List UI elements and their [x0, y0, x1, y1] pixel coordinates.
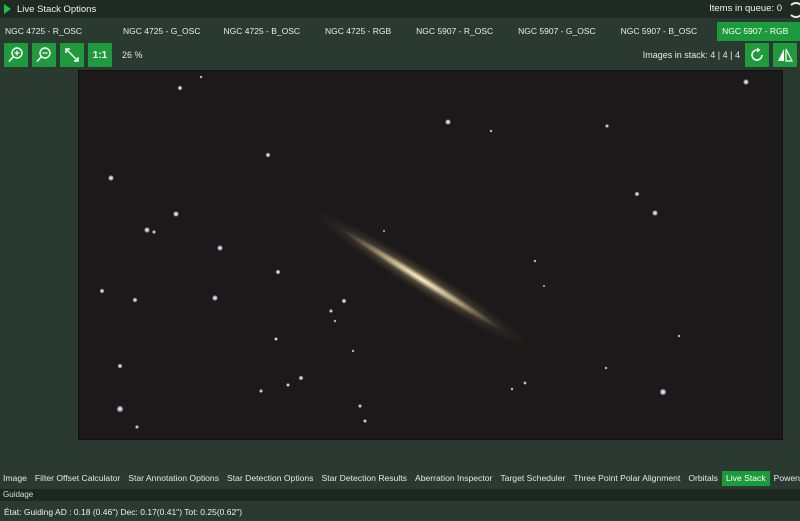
queue-status: Items in queue: 0 [709, 3, 782, 14]
guiding-section-header: Guidage [0, 489, 800, 501]
tab-ngc4725-b[interactable]: NGC 4725 - B_OSC [218, 22, 304, 41]
image-toolbar: 1:1 26 % Images in stack: 4 | 4 | 4 [0, 43, 800, 67]
flip-button[interactable] [773, 43, 797, 67]
zoom-out-button[interactable] [32, 43, 56, 67]
live-stack-options-label[interactable]: Live Stack Options [17, 4, 96, 15]
tab-filter-offset-calculator[interactable]: Filter Offset Calculator [31, 471, 124, 486]
guiding-status: État: Guiding AD : 0.18 (0.46") Dec: 0.1… [4, 507, 243, 517]
fit-to-window-button[interactable] [60, 43, 84, 67]
tab-star-annotation-options[interactable]: Star Annotation Options [124, 471, 223, 486]
tab-ngc4725-g[interactable]: NGC 4725 - G_OSC [118, 22, 204, 41]
bottom-panel-tabs: Image Filter Offset Calculator Star Anno… [0, 471, 800, 486]
zoom-in-icon [8, 47, 23, 63]
one-to-one-button[interactable]: 1:1 [88, 43, 112, 67]
tab-star-detection-results[interactable]: Star Detection Results [317, 471, 411, 486]
fit-to-window-icon [65, 48, 79, 62]
title-bar: Live Stack Options Items in queue: 0 [0, 0, 800, 18]
flip-icon [778, 48, 793, 62]
zoom-in-button[interactable] [4, 43, 28, 67]
tab-live-stack[interactable]: Live Stack [721, 471, 770, 486]
zoom-out-icon [36, 47, 51, 63]
tab-star-detection-options[interactable]: Star Detection Options [223, 471, 317, 486]
galaxy-image [79, 71, 782, 439]
tab-ngc4725-r[interactable]: NGC 4725 - R_OSC [0, 22, 86, 41]
play-icon[interactable] [4, 4, 11, 14]
tab-ngc5907-g[interactable]: NGC 5907 - G_OSC [513, 22, 599, 41]
tab-ngc4725-rgb[interactable]: NGC 4725 - RGB [320, 22, 395, 41]
tab-powerups[interactable]: Powerups P [770, 471, 800, 486]
refresh-icon[interactable] [788, 2, 800, 18]
tab-orbitals[interactable]: Orbitals [684, 471, 722, 486]
zoom-level: 26 % [122, 50, 143, 60]
images-in-stack: Images in stack: 4 | 4 | 4 [642, 50, 740, 60]
tab-ngc5907-r[interactable]: NGC 5907 - R_OSC [411, 22, 497, 41]
refresh-stack-button[interactable] [745, 43, 769, 67]
stack-tabs: NGC 4725 - R_OSC NGC 4725 - G_OSC NGC 47… [0, 22, 800, 41]
tab-aberration-inspector[interactable]: Aberration Inspector [411, 471, 496, 486]
stacked-image-viewer[interactable] [78, 70, 783, 440]
rotate-icon [751, 47, 763, 61]
tab-ngc5907-rgb[interactable]: NGC 5907 - RGB [717, 22, 800, 41]
tab-target-scheduler[interactable]: Target Scheduler [496, 471, 569, 486]
tab-ngc5907-b[interactable]: NGC 5907 - B_OSC [616, 22, 702, 41]
tab-image[interactable]: Image [0, 471, 31, 486]
tab-three-point-polar-alignment[interactable]: Three Point Polar Alignment [569, 471, 684, 486]
